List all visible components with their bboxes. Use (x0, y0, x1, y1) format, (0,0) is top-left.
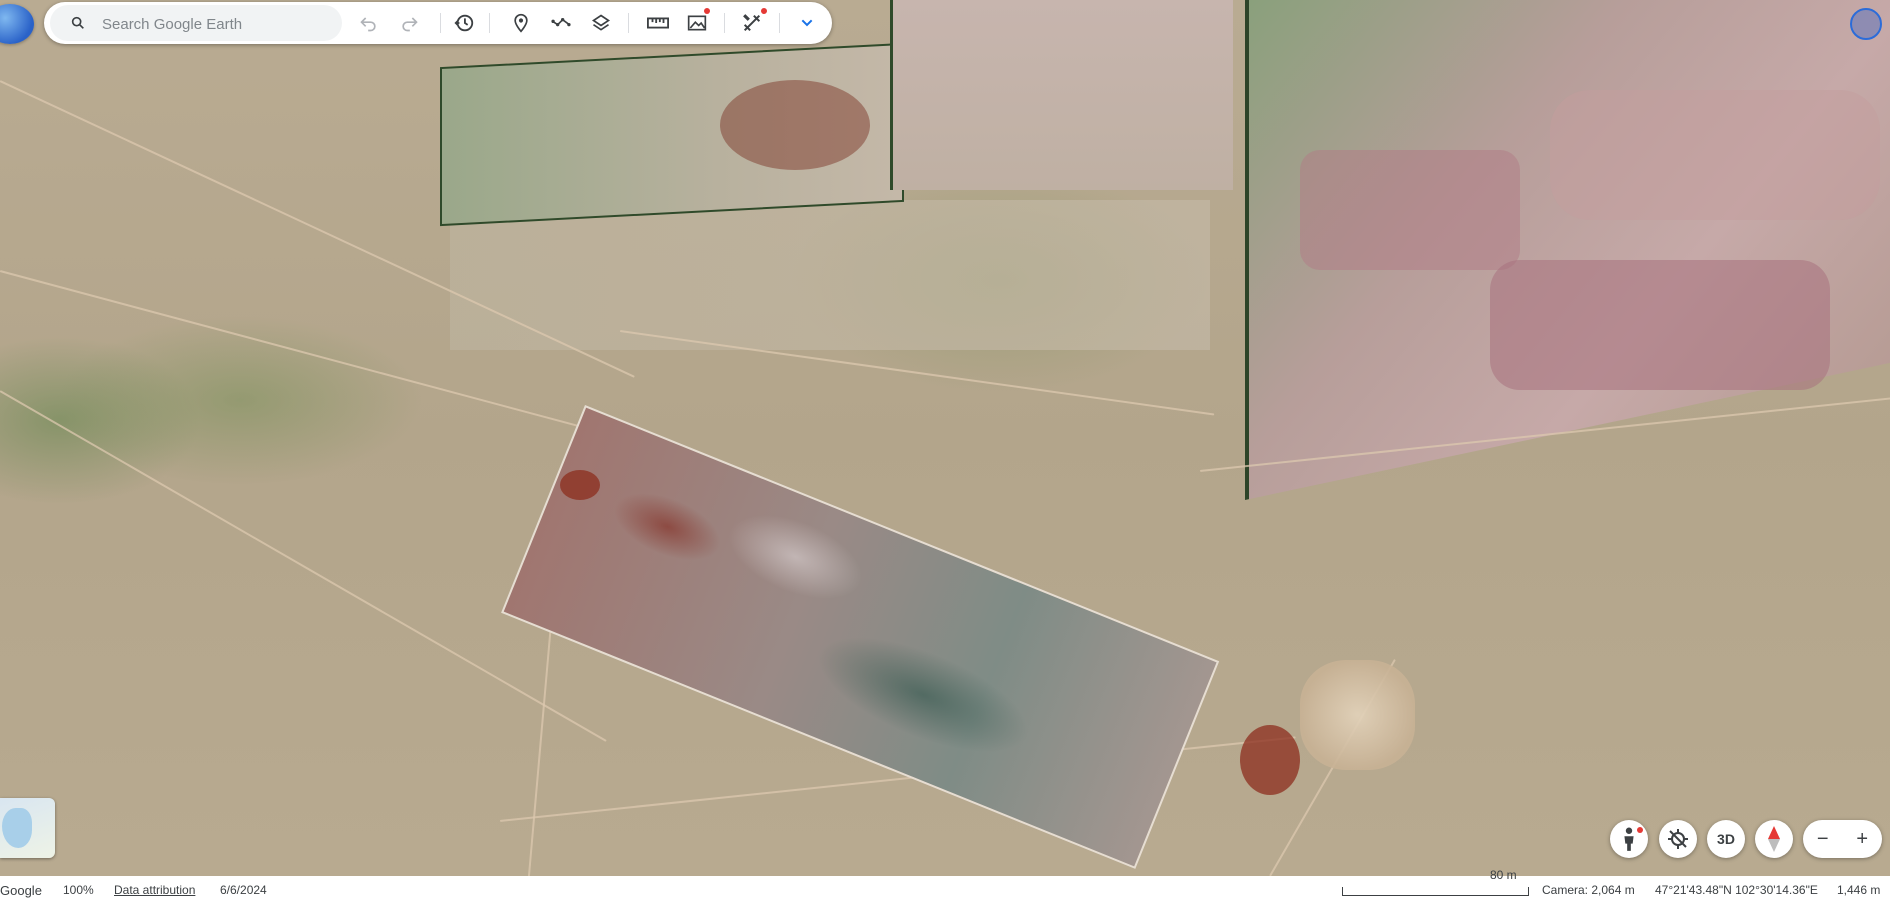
redo-button[interactable] (396, 10, 422, 36)
notification-dot (761, 8, 767, 14)
undo-button[interactable] (356, 10, 382, 36)
add-path-button[interactable] (548, 10, 574, 36)
soil-stain (720, 80, 870, 170)
data-attribution-link[interactable]: Data attribution (114, 883, 195, 897)
satellite-map-view[interactable] (0, 0, 1890, 876)
camera-altitude: Camera: 2,064 m (1542, 883, 1635, 897)
search-icon (71, 16, 84, 29)
coordinates: 47°21'43.48"N 102°30'14.36"E (1655, 883, 1818, 897)
tools-icon (743, 14, 761, 32)
toggle-3d-label: 3D (1717, 831, 1735, 847)
top-toolbar (44, 2, 832, 44)
field-patch (1550, 90, 1880, 220)
toolbar-divider (724, 13, 725, 33)
toolbar-divider (440, 13, 441, 33)
zoom-in-button[interactable]: + (1856, 828, 1868, 851)
soil-stain (1240, 725, 1300, 795)
landfill-site (501, 405, 1220, 869)
compass-button[interactable] (1755, 820, 1793, 858)
add-placemark-button[interactable] (508, 10, 534, 36)
measure-button[interactable] (645, 10, 671, 36)
notification-dot (704, 8, 710, 14)
tools-button[interactable] (739, 8, 767, 36)
layers-icon (591, 14, 611, 31)
notification-dot (1637, 827, 1643, 833)
redo-icon (402, 17, 418, 32)
field-patch (1300, 150, 1520, 270)
minimap[interactable] (0, 798, 55, 858)
scale-bar (1342, 887, 1529, 896)
placemark-icon (514, 13, 528, 33)
field-strip (450, 200, 1210, 350)
toolbar-divider (628, 13, 629, 33)
zoom-control: − + (1803, 820, 1882, 858)
projects-icon (687, 15, 707, 31)
status-bar: Google 100% Data attribution 6/6/2024 80… (0, 868, 1890, 902)
undo-icon (360, 17, 376, 32)
history-icon (454, 14, 474, 32)
field-patch (1490, 260, 1830, 390)
map-style-button[interactable] (588, 10, 614, 36)
soil-stain (560, 470, 600, 500)
scale-label: 80 m (1490, 868, 1517, 882)
toggle-3d-button[interactable]: 3D (1707, 820, 1745, 858)
expand-toolbar-button[interactable] (794, 10, 820, 36)
google-brand: Google (0, 883, 42, 898)
compass-icon (1768, 826, 1780, 852)
toolbar-divider (779, 13, 780, 33)
projects-button[interactable] (684, 8, 710, 36)
minimap-water (2, 808, 32, 848)
reset-tilt-button[interactable] (1659, 820, 1697, 858)
path-icon (551, 18, 571, 27)
dirt-track (0, 390, 607, 742)
search-box[interactable] (50, 5, 342, 41)
history-button[interactable] (451, 10, 477, 36)
spoil-heap (1300, 660, 1415, 770)
ruler-icon (647, 17, 669, 29)
zoom-level: 100% (63, 883, 94, 897)
zoom-out-button[interactable]: − (1817, 828, 1829, 851)
chevron-down-icon (801, 19, 813, 27)
crosshair-off-icon (1668, 829, 1688, 849)
street-view-button[interactable] (1610, 820, 1648, 858)
account-icon[interactable] (1850, 8, 1882, 40)
elevation: 1,446 m (1837, 883, 1881, 897)
field-parcel (890, 0, 1233, 190)
imagery-date: 6/6/2024 (220, 883, 267, 897)
toolbar-divider (489, 13, 490, 33)
search-input[interactable] (100, 9, 334, 39)
